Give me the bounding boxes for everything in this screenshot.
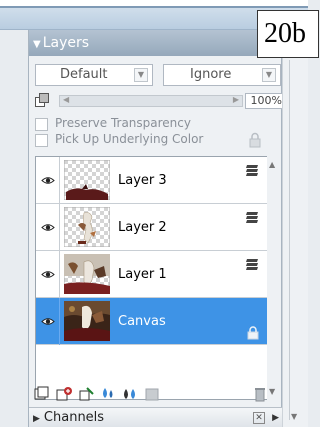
layer-thumbnail	[64, 301, 110, 341]
opacity-row: ◀ ▶ 100%	[35, 93, 285, 109]
visibility-toggle[interactable]	[36, 251, 60, 298]
blend-mode-select[interactable]: Default ▼	[35, 64, 153, 86]
expand-triangle-icon[interactable]: ▶	[33, 414, 40, 424]
opacity-field[interactable]: 100%	[245, 93, 285, 109]
layer-thumbnail	[64, 160, 110, 200]
figure-label: 20b	[257, 10, 319, 58]
layer-name: Layer 3	[118, 173, 167, 188]
pick-up-underlying-checkbox[interactable]	[35, 134, 48, 147]
layer-group-icon[interactable]	[33, 386, 51, 402]
mask-icon[interactable]	[143, 386, 161, 402]
top-edge-shadow	[0, 6, 308, 8]
wet-layer-icon[interactable]	[121, 386, 139, 402]
layer-list-scrollbar[interactable]: ▲ ▼	[267, 156, 279, 400]
tracing-layer-icon[interactable]	[77, 386, 95, 402]
scroll-down-icon[interactable]: ▼	[291, 412, 297, 421]
slider-left-arrow-icon: ◀	[63, 95, 70, 104]
water-layer-icon[interactable]	[99, 386, 117, 402]
visibility-toggle[interactable]	[36, 298, 60, 345]
composite-value: Ignore	[190, 67, 232, 82]
eye-icon	[41, 177, 55, 184]
opacity-slider[interactable]: ◀ ▶	[59, 95, 243, 107]
channels-panel-title: Channels	[43, 410, 105, 425]
channels-panel-header[interactable]: ▶ Channels ✕ ▶	[29, 407, 283, 427]
layer-name: Canvas	[118, 314, 166, 329]
pick-up-underlying-label: Pick Up Underlying Color	[55, 132, 204, 146]
slider-right-arrow-icon: ▶	[232, 95, 239, 104]
composite-select[interactable]: Ignore ▼	[163, 64, 281, 86]
layers-panel: ▼ Layers Default ▼ Ignore ▼ ◀ ▶ 100% Pres…	[28, 30, 285, 427]
layers-toolbar	[33, 384, 277, 404]
layer-thumbnail	[64, 207, 110, 247]
chevron-down-icon[interactable]: ▼	[134, 68, 148, 82]
layer-name: Layer 1	[118, 267, 167, 282]
blend-mode-value: Default	[60, 67, 108, 82]
chevron-down-icon[interactable]: ▼	[262, 68, 276, 82]
collapse-triangle-icon[interactable]: ▼	[33, 32, 41, 58]
layer-stack-icon	[246, 165, 258, 176]
preserve-transparency-label: Preserve Transparency	[55, 116, 191, 130]
layer-row[interactable]: Layer 1	[36, 251, 272, 298]
layer-stack-icon	[246, 212, 258, 223]
layer-list: Layer 3 Layer 2 Layer 1 Canvas	[35, 156, 272, 400]
layer-stack-icon	[246, 259, 258, 270]
right-scroll-strip: ▼	[282, 30, 308, 427]
layer-opacity-icon	[35, 93, 49, 107]
close-icon[interactable]: ✕	[253, 412, 265, 424]
panel-menu-arrow-icon[interactable]: ▶	[272, 408, 279, 427]
eye-icon	[41, 318, 55, 325]
canvas-row[interactable]: Canvas	[36, 298, 272, 345]
new-layer-icon[interactable]	[55, 386, 73, 402]
preserve-transparency-checkbox[interactable]	[35, 118, 48, 131]
lock-icon[interactable]	[246, 326, 260, 340]
layer-name: Layer 2	[118, 220, 167, 235]
divider	[289, 60, 290, 420]
visibility-toggle[interactable]	[36, 204, 60, 251]
layers-panel-header[interactable]: ▼ Layers	[29, 30, 283, 56]
eye-icon	[41, 224, 55, 231]
lock-icon[interactable]	[247, 132, 263, 148]
layer-row[interactable]: Layer 3	[36, 157, 272, 204]
eye-icon	[41, 271, 55, 278]
layers-panel-title: Layers	[42, 35, 90, 51]
layer-thumbnail	[64, 254, 110, 294]
layer-row[interactable]: Layer 2	[36, 204, 272, 251]
scroll-up-icon[interactable]: ▲	[269, 160, 275, 169]
visibility-toggle[interactable]	[36, 157, 60, 204]
trash-icon[interactable]	[251, 386, 269, 402]
